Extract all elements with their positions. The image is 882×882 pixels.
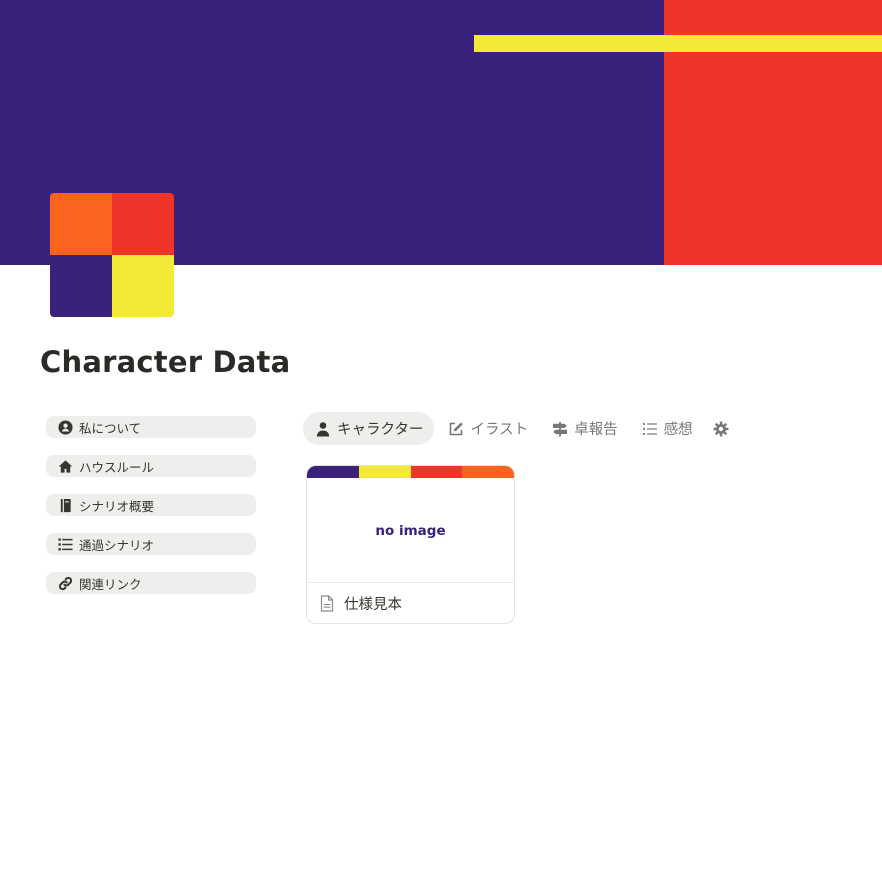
link-icon [58, 576, 73, 591]
page-icon-purple-quadrant [50, 255, 112, 317]
tab-illustration[interactable]: イラスト [438, 412, 538, 445]
sidebar-link-related-links[interactable]: 関連リンク [46, 572, 256, 594]
page-icon[interactable] [50, 193, 174, 317]
signpost-icon [552, 421, 568, 437]
page-icon-yellow-quadrant [112, 255, 174, 317]
tab-label: キャラクター [337, 422, 424, 438]
sidebar-link-label: 通過シナリオ [79, 537, 155, 553]
sidebar-link-house-rules[interactable]: ハウスルール [46, 455, 256, 477]
tab-label: イラスト [470, 422, 529, 438]
gear-icon [713, 421, 729, 437]
card-color-band [307, 466, 514, 478]
tab-label: 感想 [663, 422, 693, 438]
sidebar-link-label: シナリオ概要 [79, 498, 155, 514]
home-icon [58, 459, 73, 474]
user-icon [315, 421, 331, 437]
tab-character[interactable]: キャラクター [303, 412, 435, 445]
view-settings-button[interactable] [707, 412, 735, 445]
tab-impressions[interactable]: 感想 [632, 412, 703, 445]
sidebar-link-label: ハウスルール [79, 459, 155, 475]
book-icon [58, 498, 73, 513]
list-icon [58, 537, 73, 552]
sidebar-links: 私について ハウスルール シナリオ概要 通過シナリオ 関連リンク [46, 416, 256, 611]
gallery-card[interactable]: no image 仕様見本 [306, 465, 515, 624]
tab-session-report[interactable]: 卓報告 [542, 412, 628, 445]
tab-label: 卓報告 [574, 422, 618, 438]
cover-yellow-stripe [474, 35, 882, 52]
page-title: Character Data [40, 345, 291, 379]
user-circle-icon [58, 419, 73, 435]
edit-icon [448, 421, 464, 437]
sidebar-link-label: 関連リンク [79, 576, 142, 592]
card-placeholder: no image [375, 522, 446, 539]
sidebar-link-label: 私について [79, 420, 142, 436]
sidebar-link-completed-scenarios[interactable]: 通過シナリオ [46, 533, 256, 555]
bullet-list-icon [642, 421, 658, 437]
page-icon-red-quadrant [112, 193, 174, 255]
page-icon-orange-quadrant [50, 193, 112, 255]
card-footer: 仕様見本 [307, 583, 514, 623]
card-title: 仕様見本 [344, 597, 402, 613]
sidebar-link-scenario-overview[interactable]: シナリオ概要 [46, 494, 256, 516]
sidebar-link-about[interactable]: 私について [46, 416, 256, 438]
page-icon [319, 595, 335, 612]
view-tabs: キャラクター イラスト 卓報告 感想 [303, 412, 739, 445]
